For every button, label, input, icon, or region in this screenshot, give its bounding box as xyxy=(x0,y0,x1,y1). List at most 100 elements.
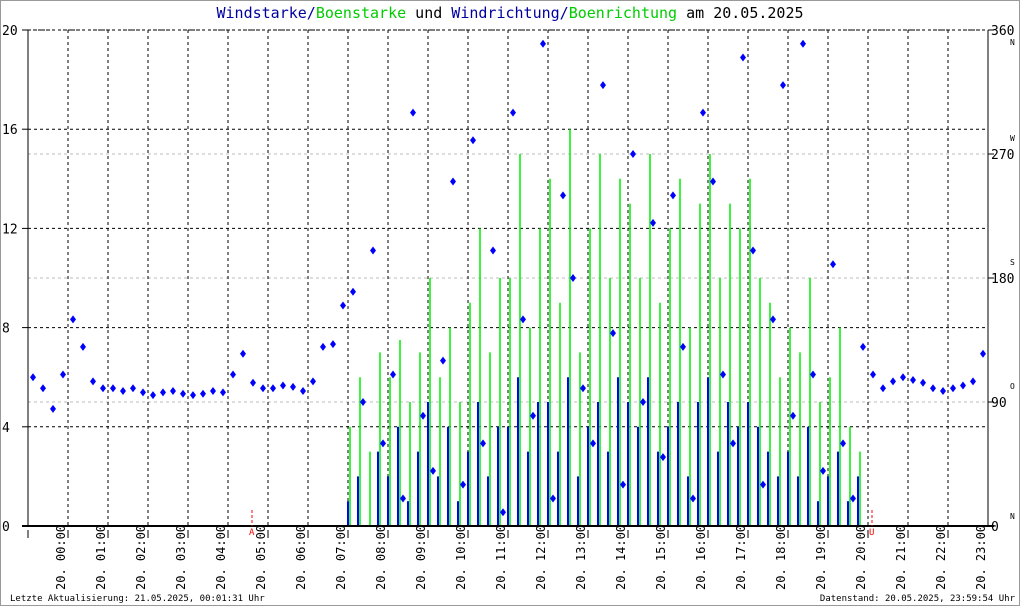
direction-point xyxy=(160,388,166,397)
direction-point xyxy=(720,370,726,379)
direction-point xyxy=(180,389,186,398)
direction-point xyxy=(860,342,866,351)
x-tick-label: 20. 02:00 xyxy=(134,525,148,590)
direction-point xyxy=(590,439,596,448)
direction-point xyxy=(570,274,576,282)
x-tick-label: 20. 20:00 xyxy=(854,525,868,590)
wind-chart: Windstarke/Boenstarke und Windrichtung/B… xyxy=(2,4,1016,604)
direction-point xyxy=(750,246,756,255)
title-part: und xyxy=(406,4,451,22)
direction-point xyxy=(340,301,346,310)
direction-point xyxy=(30,373,36,382)
direction-point xyxy=(480,439,486,448)
right-tick-label: 90 xyxy=(991,396,1007,411)
direction-point xyxy=(660,453,666,462)
direction-point xyxy=(900,373,906,382)
direction-point xyxy=(940,386,946,395)
sun-marker-label: U xyxy=(869,528,874,538)
title-part: Windstarke xyxy=(216,4,306,22)
x-tick-label: 20. 00:00 xyxy=(54,525,68,590)
direction-point xyxy=(390,370,396,379)
x-tick-label: 20. 11:00 xyxy=(494,525,508,590)
title-part: / xyxy=(560,4,569,22)
direction-point xyxy=(90,377,96,386)
right-tick-label: 180 xyxy=(991,272,1014,287)
direction-point xyxy=(510,108,516,117)
x-tick-label: 20. 10:00 xyxy=(454,525,468,590)
direction-point xyxy=(200,389,206,398)
direction-point xyxy=(230,370,236,379)
direction-point xyxy=(630,150,636,158)
direction-point xyxy=(330,340,336,349)
direction-point xyxy=(700,108,706,117)
direction-point xyxy=(470,136,476,145)
direction-point xyxy=(60,370,66,379)
right-tick-label: 0 xyxy=(991,520,999,535)
direction-point xyxy=(210,386,216,395)
direction-point xyxy=(440,356,446,365)
x-tick-label: 20. 13:00 xyxy=(574,525,588,590)
title-part: / xyxy=(307,4,316,22)
left-tick-label: 20 xyxy=(2,24,18,39)
direction-point xyxy=(270,384,276,393)
direction-point xyxy=(620,480,626,489)
direction-point xyxy=(780,81,786,90)
direction-point xyxy=(910,375,916,384)
direction-point xyxy=(400,494,406,503)
direction-point xyxy=(550,494,556,503)
x-tick-label: 20. 08:00 xyxy=(374,525,388,590)
direction-point xyxy=(80,342,86,351)
direction-point xyxy=(190,391,196,400)
direction-point xyxy=(320,342,326,351)
x-tick-label: 20. 09:00 xyxy=(414,525,428,590)
direction-point xyxy=(170,386,176,395)
left-tick-label: 12 xyxy=(2,222,18,237)
x-tick-label: 20. 01:00 xyxy=(94,525,108,590)
compass-label: O xyxy=(1010,382,1015,391)
direction-point xyxy=(410,108,416,117)
title-part: Boenrichtung xyxy=(569,4,677,22)
direction-point xyxy=(790,411,796,420)
direction-point xyxy=(310,377,316,386)
title-part: Boenstarke xyxy=(316,4,406,22)
chart-title: Windstarke/Boenstarke und Windrichtung/B… xyxy=(216,4,803,22)
x-tick-label: 20. 18:00 xyxy=(774,525,788,590)
x-tick-label: 20. 21:00 xyxy=(894,525,908,590)
x-tick-label: 20. 23:00 xyxy=(974,525,988,590)
direction-point xyxy=(840,439,846,448)
direction-point xyxy=(50,404,56,413)
direction-point xyxy=(770,315,776,324)
right-tick-label: 360 xyxy=(991,24,1014,39)
x-tick-label: 20. 12:00 xyxy=(534,525,548,590)
direction-point xyxy=(740,53,746,62)
direction-point xyxy=(70,315,76,324)
x-tick-label: 20. 15:00 xyxy=(654,525,668,590)
direction-point xyxy=(650,218,656,227)
x-tick-label: 20. 05:00 xyxy=(254,525,268,590)
left-tick-label: 8 xyxy=(2,322,10,337)
direction-point xyxy=(560,191,566,200)
direction-point xyxy=(580,384,586,393)
direction-point xyxy=(370,246,376,255)
direction-point xyxy=(870,370,876,379)
direction-point xyxy=(280,381,286,390)
direction-point xyxy=(430,466,436,475)
direction-point xyxy=(810,370,816,379)
direction-point xyxy=(610,329,616,338)
left-tick-label: 4 xyxy=(2,421,10,436)
direction-point xyxy=(250,378,256,387)
compass-label: N xyxy=(1010,512,1015,521)
x-tick-label: 20. 14:00 xyxy=(614,525,628,590)
direction-point xyxy=(670,191,676,200)
x-tick-label: 20. 07:00 xyxy=(334,525,348,590)
direction-point xyxy=(760,480,766,489)
direction-point xyxy=(640,398,646,406)
direction-point xyxy=(820,466,826,475)
direction-point xyxy=(600,81,606,90)
left-tick-label: 0 xyxy=(2,520,10,535)
direction-point xyxy=(140,388,146,397)
direction-point xyxy=(540,39,546,48)
direction-point xyxy=(220,388,226,397)
direction-point xyxy=(920,378,926,387)
footer-data-state: Datenstand: 20.05.2025, 23:59:54 Uhr xyxy=(820,594,1016,604)
